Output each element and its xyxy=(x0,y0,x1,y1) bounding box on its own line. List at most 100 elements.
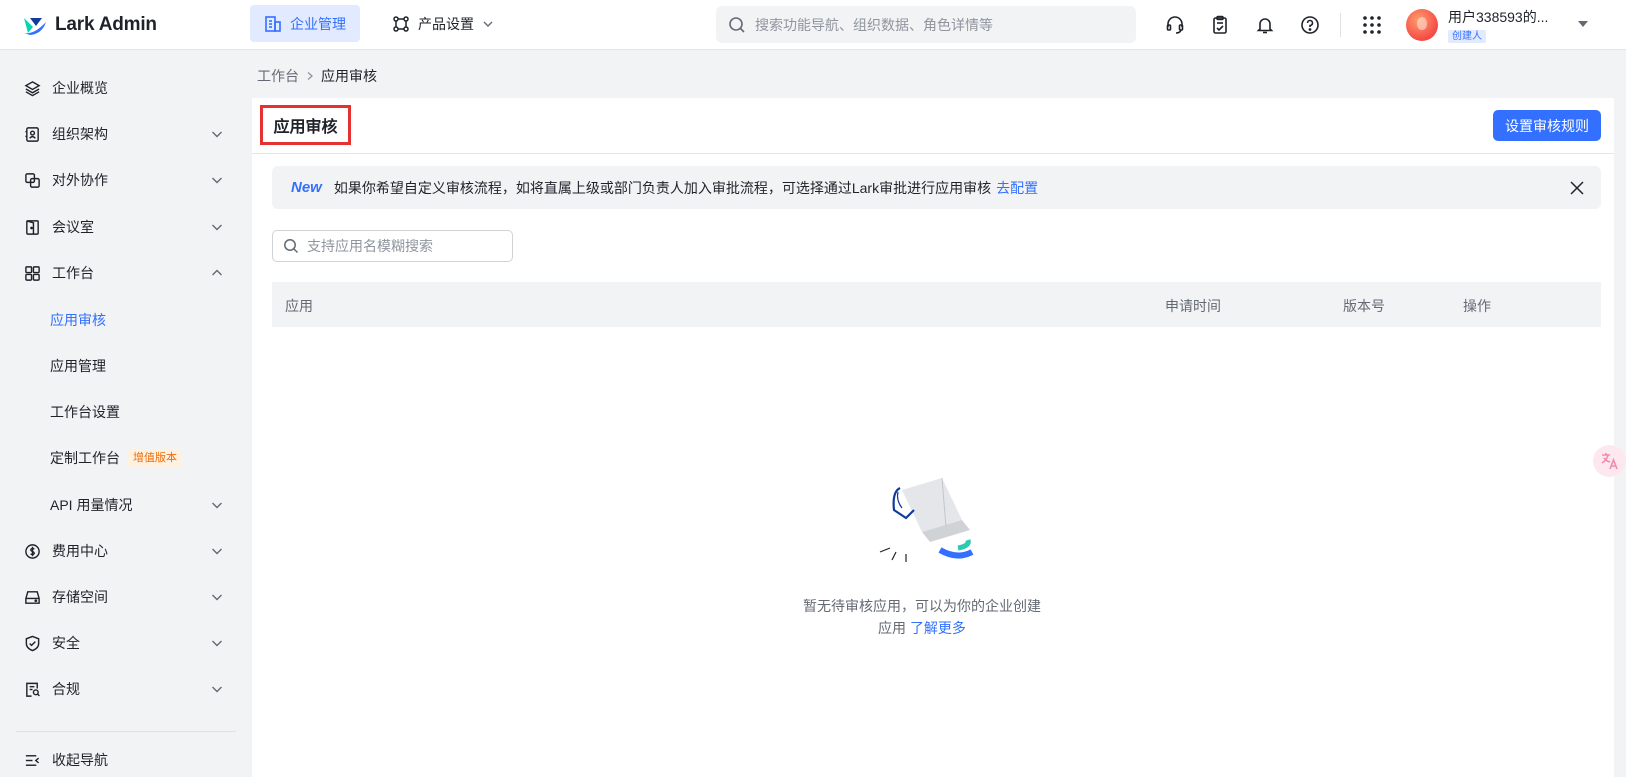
new-feature-notice: New 如果你希望自定义审核流程，如将直属上级或部门负责人加入审批流程，可选择通… xyxy=(272,166,1601,209)
set-review-rules-button[interactable]: 设置审核规则 xyxy=(1493,110,1601,141)
shield-icon xyxy=(23,634,41,652)
sidebar-item-security[interactable]: 安全 xyxy=(16,623,238,663)
tab-product-label: 产品设置 xyxy=(418,15,474,32)
sidebar-item-overview[interactable]: 企业概览 xyxy=(16,68,238,108)
panel-header: 应用审核 设置审核规则 xyxy=(252,98,1614,154)
breadcrumb: 工作台 应用审核 xyxy=(257,66,377,86)
page-title: 应用审核 xyxy=(260,105,351,145)
product-settings-icon xyxy=(393,15,409,32)
headset-icon[interactable] xyxy=(1163,13,1187,37)
table-header: 应用 申请时间 版本号 操作 xyxy=(272,282,1601,327)
lark-logo-icon xyxy=(24,18,46,35)
empty-message-suffix: 应用 xyxy=(878,620,907,636)
search-icon xyxy=(284,239,299,254)
chevron-down-icon xyxy=(212,502,222,509)
sidebar-item-compliance[interactable]: 合规 xyxy=(16,669,238,709)
app-search-input[interactable] xyxy=(307,238,497,254)
chevron-up-icon xyxy=(212,269,222,276)
global-search-input[interactable] xyxy=(755,16,1115,33)
premium-badge: 增值版本 xyxy=(128,449,182,467)
breadcrumb-current: 应用审核 xyxy=(321,68,377,84)
avatar xyxy=(1406,9,1438,41)
meeting-room-icon xyxy=(23,218,41,236)
logo-text: Lark Admin xyxy=(55,14,157,35)
user-profile[interactable]: 用户338593的... 创建人 xyxy=(1406,6,1548,44)
sidebar-item-label: 应用审核 xyxy=(50,312,106,328)
storage-icon xyxy=(23,588,41,606)
sidebar-item-workplace[interactable]: 工作台 xyxy=(16,253,238,293)
sidebar-item-app-management[interactable]: 应用管理 xyxy=(16,346,238,386)
notice-text: 如果你希望自定义审核流程，如将直属上级或部门负责人加入审批流程，可选择通过Lar… xyxy=(333,179,992,196)
sidebar-item-external-collab[interactable]: 对外协作 xyxy=(16,160,238,200)
sidebar-item-billing[interactable]: 费用中心 xyxy=(16,531,238,571)
tab-product-settings[interactable]: 产品设置 xyxy=(378,5,508,42)
chevron-down-icon xyxy=(212,548,222,555)
sidebar-item-api-usage[interactable]: API 用量情况 xyxy=(16,485,238,525)
compliance-icon xyxy=(23,680,41,698)
new-tag: New xyxy=(291,179,322,196)
lark-admin-logo[interactable]: Lark Admin xyxy=(22,12,157,38)
app-search-box[interactable] xyxy=(272,230,513,262)
column-header-actions: 操作 xyxy=(1463,298,1491,314)
breadcrumb-parent[interactable]: 工作台 xyxy=(257,66,299,86)
learn-more-link[interactable]: 了解更多 xyxy=(910,620,966,636)
sidebar: 企业概览 组织架构 对外协作 会议室 工作台 应用审核 应用管理 工作台设置 定… xyxy=(0,50,251,777)
chevron-down-icon xyxy=(212,686,222,693)
chevron-right-icon xyxy=(307,72,313,80)
sidebar-item-org[interactable]: 组织架构 xyxy=(16,114,238,154)
help-icon[interactable] xyxy=(1298,13,1322,37)
empty-state: 暂无待审核应用，可以为你的企业创建 应用 了解更多 xyxy=(772,470,1072,639)
sidebar-item-label: 定制工作台 xyxy=(50,450,120,466)
tab-enterprise-management[interactable]: 企业管理 xyxy=(250,5,360,42)
sidebar-item-storage[interactable]: 存储空间 xyxy=(16,577,238,617)
sidebar-item-label: 会议室 xyxy=(52,219,94,235)
approval-clipboard-icon[interactable] xyxy=(1208,13,1232,37)
workplace-grid-icon xyxy=(23,264,41,282)
sidebar-item-label: 工作台 xyxy=(52,265,94,281)
sidebar-item-label: 对外协作 xyxy=(52,172,108,188)
translate-float-button[interactable] xyxy=(1593,445,1626,477)
sidebar-divider xyxy=(16,731,236,732)
app-grid-icon[interactable] xyxy=(1360,13,1384,37)
search-icon xyxy=(729,16,745,33)
billing-icon xyxy=(23,542,41,560)
bell-icon[interactable] xyxy=(1253,13,1277,37)
chevron-down-icon xyxy=(212,594,222,601)
user-menu-caret-icon[interactable] xyxy=(1576,17,1590,31)
sidebar-item-label: 应用管理 xyxy=(50,358,106,374)
layers-icon xyxy=(23,79,41,97)
user-name: 用户338593的... xyxy=(1448,8,1549,25)
sidebar-item-app-review[interactable]: 应用审核 xyxy=(16,300,238,340)
sidebar-item-custom-workplace[interactable]: 定制工作台 增值版本 xyxy=(16,438,238,478)
user-info: 用户338593的... 创建人 xyxy=(1448,8,1548,43)
chevron-down-icon xyxy=(483,21,493,27)
sidebar-item-workplace-settings[interactable]: 工作台设置 xyxy=(16,392,238,432)
global-search[interactable] xyxy=(716,6,1136,43)
org-contacts-icon xyxy=(23,125,41,143)
close-icon[interactable] xyxy=(1569,180,1585,196)
collapse-nav-button[interactable]: 收起导航 xyxy=(16,740,238,777)
sidebar-item-label: 安全 xyxy=(52,635,80,651)
collapse-nav-icon xyxy=(23,751,41,769)
sidebar-item-label: 费用中心 xyxy=(52,543,108,559)
column-header-apply-time: 申请时间 xyxy=(1165,298,1221,314)
column-header-app: 应用 xyxy=(285,298,313,314)
chevron-down-icon xyxy=(212,177,222,184)
sidebar-item-meeting-room[interactable]: 会议室 xyxy=(16,207,238,247)
main-panel: 应用审核 设置审核规则 New 如果你希望自定义审核流程，如将直属上级或部门负责… xyxy=(252,98,1614,777)
sidebar-item-label: API 用量情况 xyxy=(50,497,133,513)
sidebar-item-label: 组织架构 xyxy=(52,126,108,142)
building-icon xyxy=(265,15,281,32)
sidebar-item-label: 企业概览 xyxy=(52,80,108,96)
configure-link[interactable]: 去配置 xyxy=(996,178,1038,198)
sidebar-item-label: 存储空间 xyxy=(52,589,108,605)
chevron-down-icon xyxy=(212,224,222,231)
collapse-nav-label: 收起导航 xyxy=(52,752,108,768)
user-role-badge: 创建人 xyxy=(1448,29,1486,43)
chevron-down-icon xyxy=(212,131,222,138)
translate-icon xyxy=(1601,453,1618,470)
chevron-down-icon xyxy=(212,640,222,647)
empty-box-illustration xyxy=(879,477,974,562)
top-bar: Lark Admin 企业管理 产品设置 用户338 xyxy=(0,0,1626,50)
sidebar-item-label: 合规 xyxy=(52,681,80,697)
